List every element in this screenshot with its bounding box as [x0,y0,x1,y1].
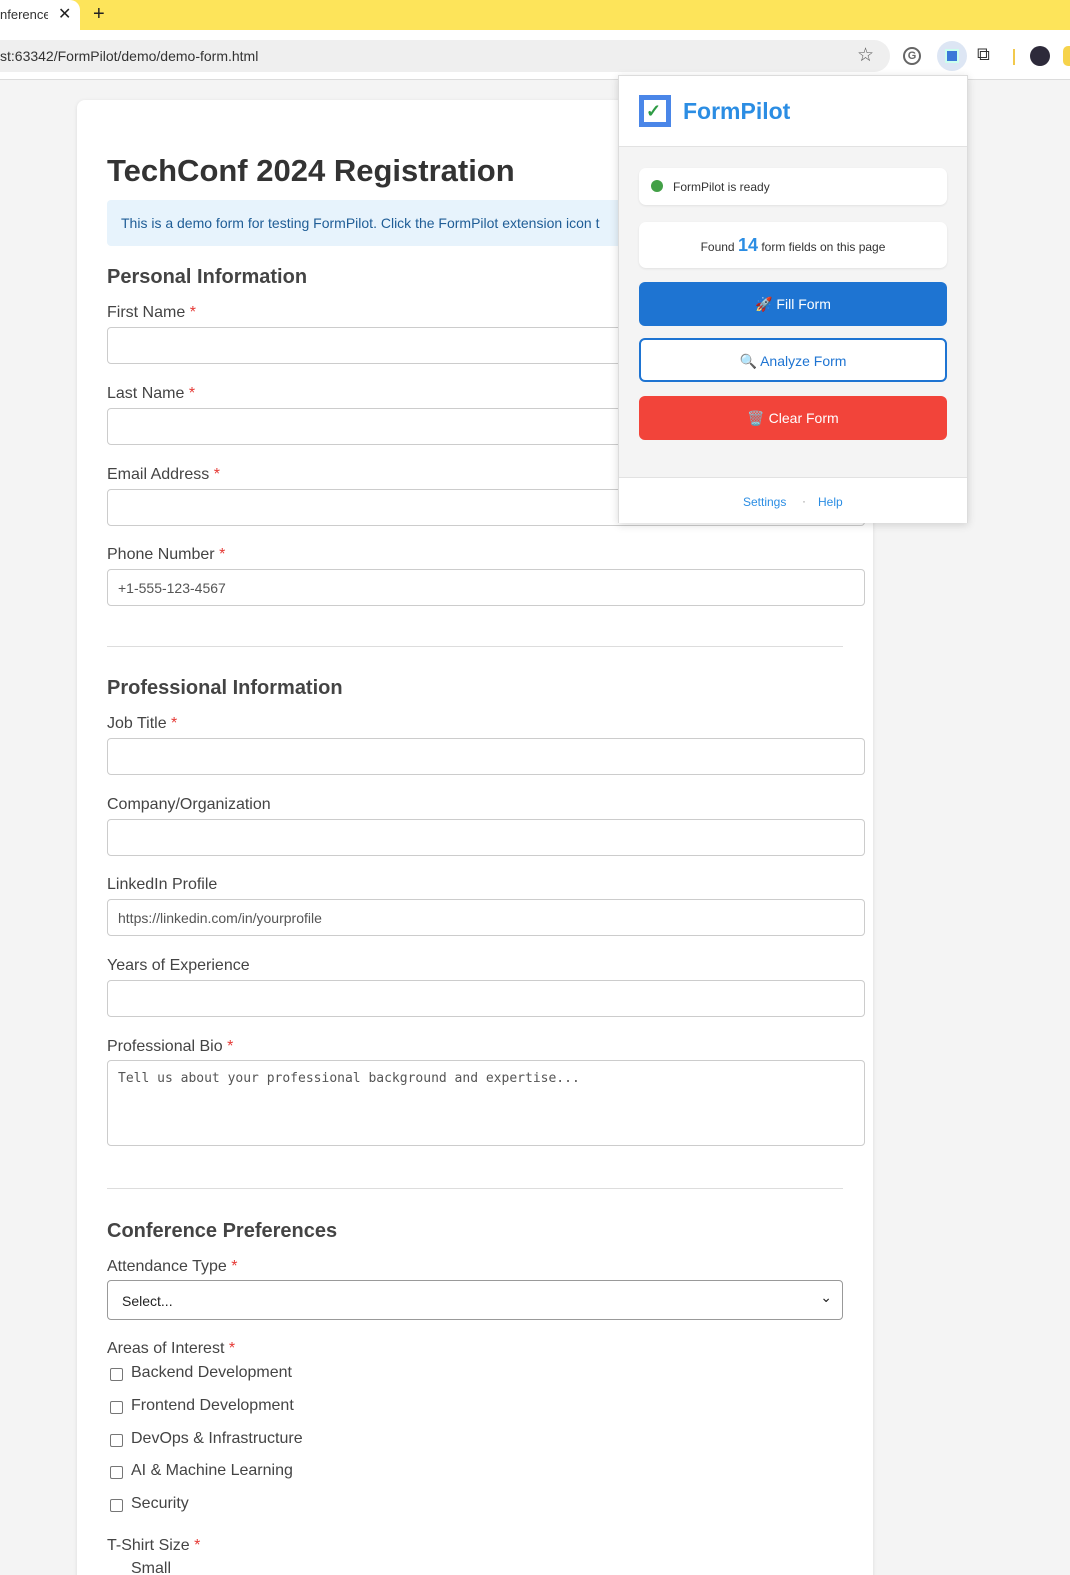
bio-label: Professional Bio * [107,1038,234,1055]
interest-label: AI & Machine Learning [131,1462,293,1479]
interest-checkbox[interactable] [110,1401,123,1414]
company-input[interactable] [107,819,865,856]
url-text: st:63342/FormPilot/demo/demo-form.html [0,48,259,64]
info-banner: This is a demo form for testing FormPilo… [107,200,627,246]
linkedin-label: LinkedIn Profile [107,876,218,893]
close-tab-icon[interactable]: ✕ [58,4,71,24]
browser-tab[interactable]: nference ✕ [0,0,80,30]
fill-form-button[interactable]: 🚀 Fill Form [639,282,947,326]
status-text: FormPilot is ready [673,180,770,194]
extensions-puzzle-icon[interactable]: ⧉ [977,44,1001,68]
attendance-select[interactable]: Select... ⌄ [107,1280,843,1320]
last-name-label: Last Name * [107,385,196,402]
section-preferences: Conference Preferences [107,1220,338,1242]
menu-indicator[interactable] [1063,46,1070,66]
interest-checkbox[interactable] [110,1434,123,1447]
experience-label: Years of Experience [107,957,250,974]
job-title-input[interactable] [107,738,865,775]
phone-input[interactable] [107,569,865,606]
experience-input[interactable] [107,980,865,1017]
tshirt-label: T-Shirt Size * [107,1537,201,1554]
interest-checkbox[interactable] [110,1499,123,1512]
popup-footer: Settings · Help [619,477,967,523]
job-title-label: Job Title * [107,715,178,732]
analyze-form-button[interactable]: 🔍 Analyze Form [639,338,947,382]
attendance-selected-value: Select... [122,1293,173,1309]
footer-separator: · [802,494,806,508]
grammarly-extension-icon[interactable]: G [903,47,921,65]
tshirt-option-label: Small [131,1560,172,1575]
company-label: Company/Organization [107,796,271,813]
toolbar-divider [1013,49,1015,65]
chevron-down-icon: ⌄ [820,1289,832,1305]
linkedin-input[interactable] [107,899,865,936]
new-tab-button[interactable]: + [93,3,105,26]
page-title: TechConf 2024 Registration [107,153,515,188]
formpilot-logo-icon: ✓ [639,95,671,127]
info-text: This is a demo form for testing FormPilo… [121,215,600,231]
phone-label: Phone Number * [107,546,226,563]
bookmark-star-icon[interactable]: ☆ [857,44,874,67]
email-label: Email Address * [107,466,220,483]
attendance-label: Attendance Type * [107,1258,238,1275]
interests-label: Areas of Interest * [107,1340,236,1357]
clear-form-button[interactable]: 🗑️ Clear Form [639,396,947,440]
section-personal: Personal Information [107,266,308,288]
interest-label: Backend Development [131,1364,292,1381]
browser-toolbar: st:63342/FormPilot/demo/demo-form.html ☆… [0,30,1070,80]
fields-found-card: Found 14 form fields on this page [639,222,947,268]
fields-found-count: 14 [737,235,758,255]
bio-textarea[interactable] [107,1060,865,1146]
interest-checkbox[interactable] [110,1466,123,1479]
formpilot-popup: ✓ FormPilot FormPilot is ready Found 14 … [618,75,968,523]
clear-form-label: 🗑️ Clear Form [747,410,839,426]
address-bar[interactable]: st:63342/FormPilot/demo/demo-form.html ☆ [0,40,890,72]
fields-found-text: Found 14 form fields on this page [700,235,886,255]
fill-form-label: 🚀 Fill Form [755,296,831,312]
tab-bar: nference ✕ + [0,0,1070,30]
popup-header: ✓ FormPilot [619,76,967,147]
section-divider [107,1188,843,1189]
popup-brand: FormPilot [683,98,791,124]
formpilot-extension-icon[interactable] [937,41,967,71]
interest-label: Frontend Development [131,1397,294,1414]
first-name-label: First Name * [107,304,196,321]
section-professional: Professional Information [107,677,343,699]
interest-label: DevOps & Infrastructure [131,1430,303,1447]
interest-label: Security [131,1495,189,1512]
settings-link[interactable]: Settings [743,495,786,509]
interest-checkbox[interactable] [110,1368,123,1381]
tab-title: nference [0,7,48,22]
analyze-form-label: 🔍 Analyze Form [739,353,847,369]
section-divider [107,646,843,647]
help-link[interactable]: Help [818,495,843,509]
profile-avatar[interactable] [1030,46,1050,66]
status-dot-icon [651,180,663,192]
status-card: FormPilot is ready [639,168,947,205]
